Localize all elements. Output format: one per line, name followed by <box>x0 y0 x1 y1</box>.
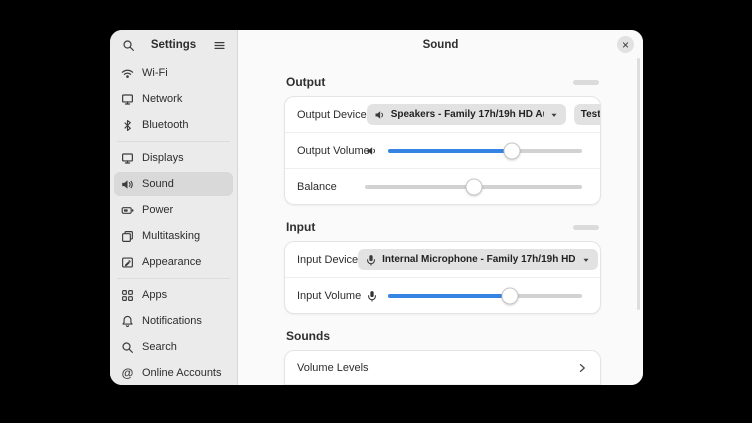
sidebar-item-label: Displays <box>142 152 184 164</box>
input-volume-slider-fill <box>388 294 510 298</box>
sidebar-item-label: Power <box>142 204 173 216</box>
input-section-header: Input <box>286 220 599 234</box>
output-volume-slider[interactable] <box>388 149 582 153</box>
input-volume-slider-thumb[interactable] <box>502 287 519 304</box>
sidebar-item-notifications[interactable]: Notifications <box>114 309 233 333</box>
sound-settings-content: Output Output Device Speakers - Family 1… <box>238 75 643 385</box>
search-button[interactable] <box>119 36 137 54</box>
search-icon <box>122 39 135 52</box>
balance-slider-thumb[interactable] <box>465 178 482 195</box>
displays-icon <box>121 152 134 165</box>
search-icon <box>121 341 134 354</box>
sounds-card: Volume Levels <box>284 350 601 385</box>
sidebar-item-displays[interactable]: Displays <box>114 146 233 170</box>
speaker-volume-icon <box>365 145 378 157</box>
output-device-value: Speakers - Family 17h/19h HD Audio… <box>391 109 544 120</box>
sidebar-title: Settings <box>151 39 196 51</box>
sidebar-item-label: Multitasking <box>142 230 200 242</box>
scrollbar[interactable] <box>637 58 640 310</box>
volume-levels-row[interactable]: Volume Levels <box>285 351 600 384</box>
network-icon <box>121 93 134 106</box>
sidebar-headerbar: Settings <box>110 30 237 60</box>
output-device-dropdown[interactable]: Speakers - Family 17h/19h HD Audio… <box>367 104 566 125</box>
sidebar-separator <box>117 141 230 142</box>
appearance-icon <box>121 256 134 269</box>
sidebar-separator <box>117 278 230 279</box>
microphone-volume-icon <box>365 290 378 302</box>
wifi-icon <box>121 67 134 80</box>
input-device-label: Input Device <box>297 254 358 266</box>
sidebar: Settings Wi-Fi Network Bluetooth <box>110 30 238 385</box>
input-device-value: Internal Microphone - Family 17h/19h HD … <box>382 254 576 265</box>
chevron-down-icon <box>581 255 591 265</box>
multitasking-icon <box>121 230 134 243</box>
sidebar-item-appearance[interactable]: Appearance <box>114 250 233 274</box>
chevron-down-icon <box>549 110 559 120</box>
input-volume-slider[interactable] <box>388 294 582 298</box>
sidebar-item-search[interactable]: Search <box>114 335 233 359</box>
output-volume-slider-fill <box>388 149 512 153</box>
sidebar-item-online-accounts[interactable]: @ Online Accounts <box>114 361 233 385</box>
sounds-heading: Sounds <box>286 329 330 343</box>
sidebar-item-label: Wi-Fi <box>142 67 168 79</box>
input-device-row: Input Device Internal Microphone - Famil… <box>285 242 600 277</box>
main-headerbar: Sound × <box>238 30 643 60</box>
output-card: Output Device Speakers - Family 17h/19h … <box>284 96 601 205</box>
main-menu-button[interactable] <box>210 36 228 54</box>
output-heading: Output <box>286 75 325 89</box>
sidebar-item-power[interactable]: Power <box>114 198 233 222</box>
output-volume-slider-thumb[interactable] <box>504 142 521 159</box>
online-accounts-icon: @ <box>121 367 134 380</box>
sidebar-item-label: Search <box>142 341 177 353</box>
sounds-section-header: Sounds <box>286 329 599 343</box>
clipped-row <box>285 384 600 385</box>
sidebar-item-label: Apps <box>142 289 167 301</box>
apps-grid-icon <box>121 289 134 302</box>
output-level-meter <box>573 80 599 85</box>
sidebar-item-label: Online Accounts <box>142 367 222 379</box>
hamburger-menu-icon <box>213 39 226 52</box>
chevron-right-icon <box>576 362 588 374</box>
sidebar-item-apps[interactable]: Apps <box>114 283 233 307</box>
close-icon: × <box>622 39 629 51</box>
sidebar-item-wifi[interactable]: Wi-Fi <box>114 61 233 85</box>
sidebar-item-label: Appearance <box>142 256 201 268</box>
page-title: Sound <box>423 39 459 51</box>
test-speakers-button[interactable]: Test… <box>574 104 601 125</box>
sidebar-item-label: Notifications <box>142 315 202 327</box>
sidebar-nav: Wi-Fi Network Bluetooth Displays Sound <box>110 60 237 385</box>
input-volume-row: Input Volume <box>285 277 600 313</box>
bluetooth-icon <box>121 119 134 132</box>
sidebar-item-label: Network <box>142 93 182 105</box>
close-button[interactable]: × <box>617 36 634 53</box>
input-device-dropdown[interactable]: Internal Microphone - Family 17h/19h HD … <box>358 249 598 270</box>
sound-icon <box>121 178 134 191</box>
sidebar-item-label: Sound <box>142 178 174 190</box>
notifications-bell-icon <box>121 315 134 328</box>
sidebar-item-bluetooth[interactable]: Bluetooth <box>114 113 233 137</box>
balance-row: Balance <box>285 168 600 204</box>
sidebar-item-sound[interactable]: Sound <box>114 172 233 196</box>
input-level-meter <box>573 225 599 230</box>
settings-window: Settings Wi-Fi Network Bluetooth <box>110 30 643 385</box>
input-heading: Input <box>286 220 315 234</box>
volume-levels-label: Volume Levels <box>297 362 369 374</box>
power-icon <box>121 204 134 217</box>
sound-panel: Sound × Output Output Device <box>238 30 643 385</box>
output-volume-row: Output Volume <box>285 132 600 168</box>
balance-label: Balance <box>297 181 365 193</box>
sidebar-item-multitasking[interactable]: Multitasking <box>114 224 233 248</box>
sidebar-item-label: Bluetooth <box>142 119 188 131</box>
sidebar-item-network[interactable]: Network <box>114 87 233 111</box>
input-volume-label: Input Volume <box>297 290 365 302</box>
output-device-label: Output Device <box>297 109 367 121</box>
speaker-icon <box>374 109 386 121</box>
microphone-icon <box>365 254 377 266</box>
output-device-row: Output Device Speakers - Family 17h/19h … <box>285 97 600 132</box>
input-card: Input Device Internal Microphone - Famil… <box>284 241 601 314</box>
balance-slider[interactable] <box>365 185 582 189</box>
output-section-header: Output <box>286 75 599 89</box>
output-volume-label: Output Volume <box>297 145 365 157</box>
